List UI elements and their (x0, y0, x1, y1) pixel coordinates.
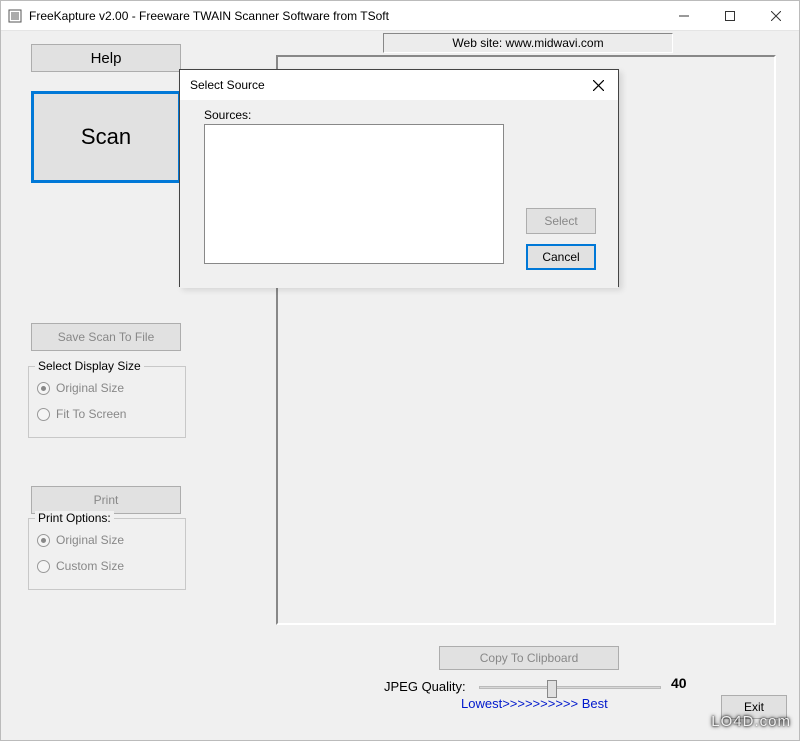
display-size-original[interactable]: Original Size (29, 375, 185, 401)
help-button[interactable]: Help (31, 44, 181, 72)
radio-label: Original Size (56, 381, 124, 395)
radio-icon (37, 382, 50, 395)
radio-label: Original Size (56, 533, 124, 547)
jpeg-quality-label: JPEG Quality: (384, 679, 466, 694)
print-options-group: Print Options: Original Size Custom Size (28, 518, 186, 590)
save-scan-button[interactable]: Save Scan To File (31, 323, 181, 351)
dialog-title: Select Source (190, 78, 578, 92)
minimize-button[interactable] (661, 1, 707, 30)
sources-listbox[interactable] (204, 124, 504, 264)
app-icon (7, 8, 23, 24)
scan-button[interactable]: Scan (31, 91, 181, 183)
select-button[interactable]: Select (526, 208, 596, 234)
dialog-close-button[interactable] (578, 70, 618, 100)
select-source-dialog: Select Source Sources: Select Cancel (179, 69, 619, 287)
main-window: FreeKapture v2.00 - Freeware TWAIN Scann… (0, 0, 800, 741)
close-button[interactable] (753, 1, 799, 30)
dialog-titlebar: Select Source (180, 70, 618, 100)
window-controls (661, 1, 799, 30)
display-size-fit[interactable]: Fit To Screen (29, 401, 185, 427)
jpeg-quality-slider[interactable] (479, 679, 661, 697)
display-size-legend: Select Display Size (35, 359, 144, 373)
radio-icon (37, 408, 50, 421)
radio-icon (37, 560, 50, 573)
jpeg-scale-label: Lowest>>>>>>>>>> Best (461, 696, 608, 711)
dialog-body: Sources: Select Cancel (180, 100, 618, 288)
print-options-legend: Print Options: (35, 511, 114, 525)
display-size-group: Select Display Size Original Size Fit To… (28, 366, 186, 438)
print-button[interactable]: Print (31, 486, 181, 514)
cancel-button[interactable]: Cancel (526, 244, 596, 270)
watermark: LO4D.com (711, 713, 791, 730)
slider-track (479, 686, 661, 689)
maximize-button[interactable] (707, 1, 753, 30)
sources-label: Sources: (204, 108, 251, 122)
radio-label: Custom Size (56, 559, 124, 573)
window-title: FreeKapture v2.00 - Freeware TWAIN Scann… (29, 9, 661, 23)
website-label: Web site: www.midwavi.com (383, 33, 673, 53)
jpeg-quality-value: 40 (671, 675, 687, 691)
print-option-custom[interactable]: Custom Size (29, 553, 185, 579)
copy-clipboard-button[interactable]: Copy To Clipboard (439, 646, 619, 670)
radio-icon (37, 534, 50, 547)
titlebar: FreeKapture v2.00 - Freeware TWAIN Scann… (1, 1, 799, 31)
radio-label: Fit To Screen (56, 407, 126, 421)
print-option-original[interactable]: Original Size (29, 527, 185, 553)
